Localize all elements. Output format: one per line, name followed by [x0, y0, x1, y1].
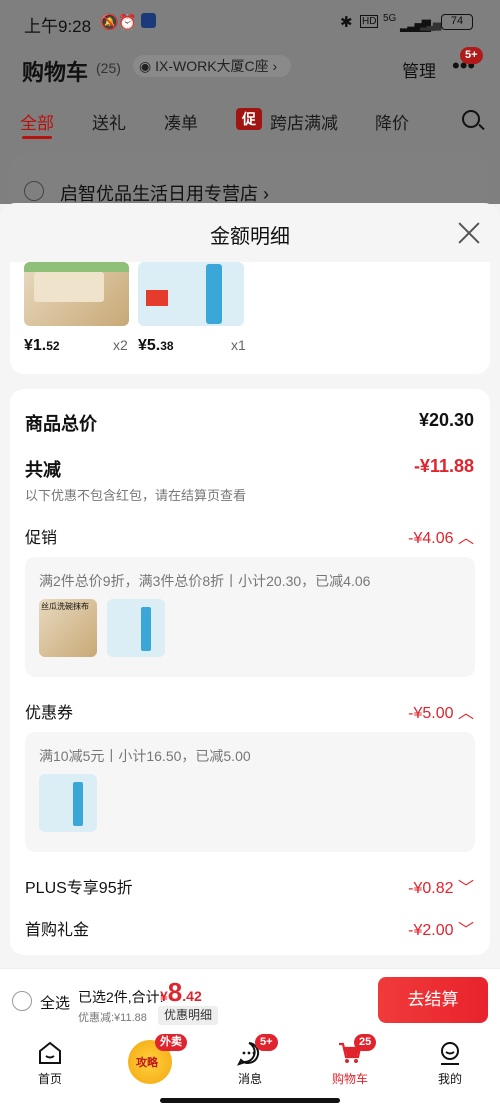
- coupon-value[interactable]: -¥5.00 ︿: [408, 699, 474, 723]
- location-selector[interactable]: ◉ IX-WORK大厦C座 ›: [133, 55, 291, 77]
- signal-label: 5G: [383, 13, 397, 24]
- discount-summary: 优惠减:¥11.88: [78, 1012, 147, 1024]
- tab-cross-store[interactable]: 跨店满减: [270, 109, 338, 134]
- eye-icon: ◉: [139, 58, 156, 74]
- product-price-2: ¥5.38: [138, 337, 174, 354]
- promo-value[interactable]: -¥4.06 ︿: [408, 524, 474, 548]
- sheet-title: 金额明细: [210, 226, 290, 248]
- signal2-icon: ▂▃▅: [420, 19, 441, 31]
- tab-price-drop[interactable]: 降价: [375, 109, 409, 134]
- coupon-detail-text: 满10减5元丨小计16.50，已减5.00: [39, 748, 251, 764]
- discount-detail-button[interactable]: 优惠明细: [158, 1006, 218, 1025]
- profile-icon[interactable]: [437, 1040, 463, 1066]
- more-badge: 5+: [460, 47, 483, 64]
- select-all-label[interactable]: 全选: [40, 992, 70, 1013]
- chevron-right-icon: ›: [268, 58, 278, 74]
- status-time: 上午9:28: [24, 17, 92, 36]
- home-indicator: [160, 1098, 340, 1103]
- promo-thumb-cloth[interactable]: 丝瓜洗碗抹布: [39, 599, 97, 657]
- total-value: ¥20.30: [418, 410, 474, 430]
- nav-messages[interactable]: 消息: [220, 1070, 280, 1087]
- promo-thumb-toothpaste[interactable]: [107, 599, 165, 657]
- promo-detail-text: 满2件总价9折，满3件总价8折丨小计20.30，已减4.06: [39, 573, 371, 589]
- cart-badge: 25: [354, 1034, 377, 1051]
- promo-label: 促销: [25, 530, 58, 547]
- discount-note: 以下优惠不包含红包，请在结算页查看: [25, 488, 247, 503]
- search-icon[interactable]: [462, 110, 480, 128]
- takeaway-badge: 外卖: [155, 1034, 187, 1051]
- home-icon[interactable]: [37, 1040, 63, 1066]
- select-all-checkbox[interactable]: [12, 991, 32, 1011]
- close-icon[interactable]: [457, 221, 481, 245]
- checkout-button[interactable]: 去结算: [378, 977, 488, 1023]
- nav-profile[interactable]: 我的: [420, 1070, 480, 1087]
- coupon-detail-box: 满10减5元丨小计16.50，已减5.00: [25, 732, 475, 852]
- battery-icon: 74: [441, 14, 473, 30]
- tab-underline: [22, 136, 52, 139]
- coupon-thumb-toothpaste[interactable]: [39, 774, 97, 832]
- tab-addon[interactable]: 凑单: [164, 109, 198, 134]
- product-thumbs-card: ¥1.52 x2 ¥5.38 x1: [10, 262, 490, 374]
- app-notification-icon: [141, 13, 156, 28]
- bluetooth-icon: ✱: [340, 14, 353, 31]
- plus-value[interactable]: -¥0.82 ﹀: [408, 874, 474, 898]
- alarm-icon: ⏰: [118, 14, 137, 31]
- coupon-label: 优惠券: [25, 705, 74, 722]
- selected-summary: 已选2件,合计:: [78, 989, 164, 1005]
- discount-label: 共减: [25, 460, 61, 480]
- location-text: IX-WORK大厦C座: [155, 58, 269, 74]
- product-image-toothpaste[interactable]: [138, 262, 244, 326]
- manage-button[interactable]: 管理: [402, 57, 436, 82]
- tab-gift[interactable]: 送礼: [92, 109, 126, 134]
- cart-count: (25): [96, 60, 121, 76]
- discount-value: -¥11.88: [413, 456, 474, 476]
- message-badge: 5+: [255, 1034, 278, 1051]
- promo-chip-icon: 促: [236, 108, 262, 130]
- plus-label: PLUS专享95折: [25, 880, 133, 897]
- promo-detail-box: 满2件总价9折，满3件总价8折丨小计20.30，已减4.06 丝瓜洗碗抹布: [25, 557, 475, 677]
- tab-all[interactable]: 全部: [20, 109, 54, 134]
- page-title: 购物车: [22, 60, 89, 85]
- product-price-1: ¥1.52: [24, 337, 60, 354]
- mute-icon: 🔕: [100, 14, 119, 31]
- total-label: 商品总价: [25, 414, 97, 434]
- nav-home[interactable]: 首页: [20, 1070, 80, 1087]
- store-checkbox[interactable]: [24, 181, 44, 201]
- product-qty-1: x2: [113, 337, 128, 353]
- product-qty-2: x1: [231, 337, 246, 353]
- first-gift-label: 首购礼金: [25, 922, 90, 939]
- status-bar: 上午9:28 🔕 ⏰ ✱ HD 5G ▂▃▅▇ ▂▃▅ 74: [0, 0, 500, 44]
- nav-cart[interactable]: 购物车: [320, 1070, 380, 1087]
- hd-icon: HD: [360, 15, 379, 28]
- total-amount: ¥8.42: [160, 977, 202, 1007]
- product-image-cloth[interactable]: [24, 262, 129, 326]
- first-gift-value[interactable]: -¥2.00 ﹀: [408, 916, 474, 940]
